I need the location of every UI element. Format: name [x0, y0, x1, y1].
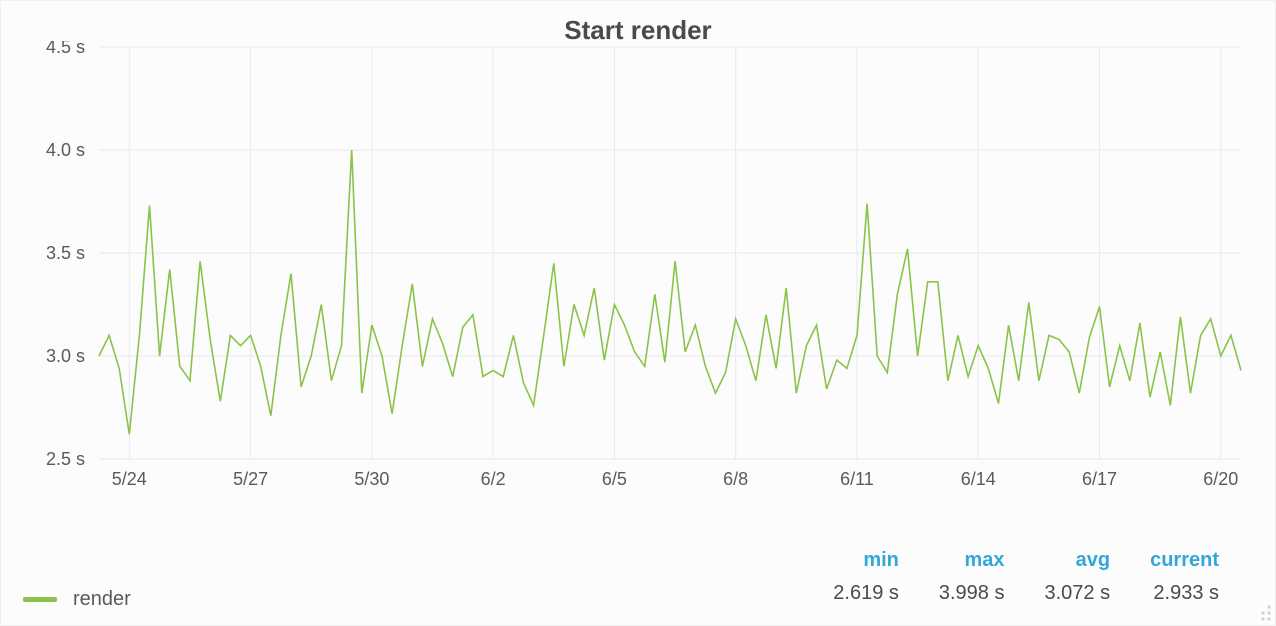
svg-text:3.0 s: 3.0 s	[46, 346, 85, 366]
svg-text:6/8: 6/8	[723, 469, 748, 489]
svg-text:6/14: 6/14	[961, 469, 996, 489]
svg-text:6/17: 6/17	[1082, 469, 1117, 489]
stats-header-avg: avg	[1024, 545, 1130, 576]
resize-handle-icon[interactable]	[1253, 603, 1271, 621]
legend-label: render	[73, 588, 131, 611]
stats-table: min max avg current 2.619 s 3.998 s 3.07…	[813, 545, 1239, 611]
stats-value-avg: 3.072 s	[1024, 576, 1130, 611]
plot-area[interactable]: 2.5 s 3.0 s 3.5 s 4.0 s 4.5 s 5/24 5/27 5/30 6/2…	[13, 41, 1263, 495]
svg-text:4.0 s: 4.0 s	[46, 140, 85, 160]
svg-text:6/20: 6/20	[1203, 469, 1238, 489]
stats-header-min: min	[813, 545, 919, 576]
stats-value-max: 3.998 s	[919, 576, 1025, 611]
svg-text:6/2: 6/2	[481, 469, 506, 489]
svg-text:5/27: 5/27	[233, 469, 268, 489]
svg-text:5/24: 5/24	[112, 469, 147, 489]
stats-value-current: 2.933 s	[1130, 576, 1239, 611]
svg-text:6/11: 6/11	[840, 469, 874, 489]
legend-row: render min max avg current 2.619 s 3.998…	[13, 545, 1263, 611]
svg-text:6/5: 6/5	[602, 469, 627, 489]
stats-table-wrap: min max avg current 2.619 s 3.998 s 3.07…	[813, 545, 1263, 611]
chart-panel: Start render 2.5 s 3.0 s 3.5 s 4.0 s 4.5 s 5/…	[0, 0, 1276, 626]
stats-header-max: max	[919, 545, 1025, 576]
stats-header-current: current	[1130, 545, 1239, 576]
chart-title: Start render	[1, 1, 1275, 46]
svg-text:5/30: 5/30	[354, 469, 389, 489]
svg-text:4.5 s: 4.5 s	[46, 41, 85, 57]
legend-entry[interactable]: render	[13, 588, 131, 611]
stats-value-min: 2.619 s	[813, 576, 919, 611]
svg-text:2.5 s: 2.5 s	[46, 449, 85, 469]
legend-swatch-icon	[23, 597, 57, 602]
svg-text:3.5 s: 3.5 s	[46, 243, 85, 263]
line-chart[interactable]: 2.5 s 3.0 s 3.5 s 4.0 s 4.5 s 5/24 5/27 5/30 6/2…	[13, 41, 1263, 495]
